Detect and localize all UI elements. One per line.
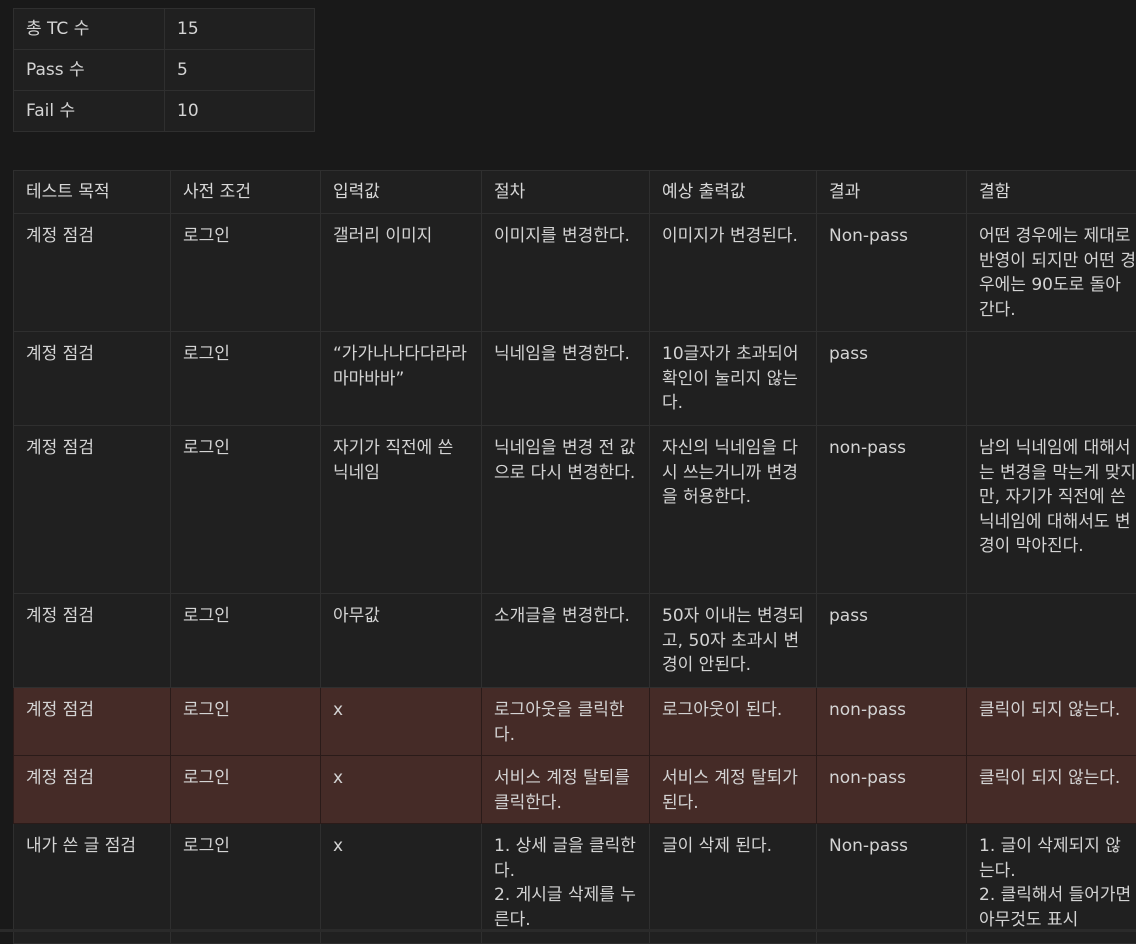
table-row: 내가 쓴 글 점검로그인x1. 상세 글을 클릭한다.2. 게시글 삭제를 누른… [14,824,1136,944]
column-header-precondition: 사전 조건 [171,171,321,214]
cell-purpose: 계정 점검 [14,214,171,332]
cell-expected: 로그아웃이 된다. [650,688,817,756]
table-row: 계정 점검로그인자기가 직전에 쓴 닉네임닉네임을 변경 전 값으로 다시 변경… [14,426,1136,594]
table-row: 계정 점검로그인x로그아웃을 클릭한다.로그아웃이 된다.non-pass클릭이… [14,688,1136,756]
summary-table: 총 TC 수 15 Pass 수 5 Fail 수 10 [13,8,315,132]
column-header-result: 결과 [817,171,967,214]
cell-procedure: 소개글을 변경한다. [482,594,650,688]
cell-input: x [321,756,482,824]
cell-defect [967,594,1136,688]
cell-expected: 이미지가 변경된다. [650,214,817,332]
cell-purpose: 계정 점검 [14,688,171,756]
cell-result: non-pass [817,426,967,594]
cell-precondition: 로그인 [171,214,321,332]
cell-precondition: 로그인 [171,332,321,426]
cell-precondition: 로그인 [171,688,321,756]
summary-label: Pass 수 [14,50,165,91]
cell-precondition: 로그인 [171,426,321,594]
cell-procedure: 이미지를 변경한다. [482,214,650,332]
cell-result: pass [817,594,967,688]
cell-purpose: 내가 쓴 글 점검 [14,824,171,944]
cell-result: pass [817,332,967,426]
cell-procedure: 1. 상세 글을 클릭한다.2. 게시글 삭제를 누른다. [482,824,650,944]
cell-expected: 서비스 계정 탈퇴가 된다. [650,756,817,824]
cell-purpose: 계정 점검 [14,594,171,688]
table-header-row: 테스트 목적 사전 조건 입력값 절차 예상 출력값 결과 결함 [14,171,1136,214]
cell-precondition: 로그인 [171,824,321,944]
cell-input: x [321,688,482,756]
summary-label: Fail 수 [14,91,165,132]
column-header-defect: 결함 [967,171,1136,214]
cell-input: x [321,824,482,944]
summary-label: 총 TC 수 [14,9,165,50]
cell-procedure: 로그아웃을 클릭한다. [482,688,650,756]
cell-result: non-pass [817,756,967,824]
summary-value: 15 [165,9,315,50]
cell-purpose: 계정 점검 [14,332,171,426]
test-case-table: 테스트 목적 사전 조건 입력값 절차 예상 출력값 결과 결함 계정 점검로그… [13,170,1136,944]
cell-procedure: 닉네임을 변경 전 값으로 다시 변경한다. [482,426,650,594]
cell-expected: 10글자가 초과되어 확인이 눌리지 않는다. [650,332,817,426]
cell-expected: 글이 삭제 된다. [650,824,817,944]
cell-precondition: 로그인 [171,756,321,824]
cell-input: “가가나나다다라라마마바바” [321,332,482,426]
summary-value: 10 [165,91,315,132]
cell-result: non-pass [817,688,967,756]
table-row: Fail 수 10 [14,91,315,132]
cell-defect: 어떤 경우에는 제대로 반영이 되지만 어떤 경우에는 90도로 돌아간다. [967,214,1136,332]
cell-input: 갤러리 이미지 [321,214,482,332]
column-header-expected: 예상 출력값 [650,171,817,214]
cell-precondition: 로그인 [171,594,321,688]
cell-defect: 1. 글이 삭제되지 않는다.2. 클릭해서 들어가면 아무것도 표시 [967,824,1136,944]
column-header-procedure: 절차 [482,171,650,214]
cell-result: Non-pass [817,214,967,332]
cell-procedure: 닉네임을 변경한다. [482,332,650,426]
cell-purpose: 계정 점검 [14,756,171,824]
summary-value: 5 [165,50,315,91]
cell-input: 자기가 직전에 쓴 닉네임 [321,426,482,594]
table-row: 계정 점검로그인“가가나나다다라라마마바바”닉네임을 변경한다.10글자가 초과… [14,332,1136,426]
cell-purpose: 계정 점검 [14,426,171,594]
table-row: Pass 수 5 [14,50,315,91]
table-row: 계정 점검로그인아무값소개글을 변경한다.50자 이내는 변경되고, 50자 초… [14,594,1136,688]
column-header-input: 입력값 [321,171,482,214]
cell-procedure: 서비스 계정 탈퇴를 클릭한다. [482,756,650,824]
cell-input: 아무값 [321,594,482,688]
cell-result: Non-pass [817,824,967,944]
cell-defect [967,332,1136,426]
table-row: 계정 점검로그인x서비스 계정 탈퇴를 클릭한다.서비스 계정 탈퇴가 된다.n… [14,756,1136,824]
cell-defect: 클릭이 되지 않는다. [967,688,1136,756]
cell-defect: 남의 닉네임에 대해서는 변경을 막는게 맞지만, 자기가 직전에 쓴 닉네임에… [967,426,1136,594]
cell-expected: 자신의 닉네임을 다시 쓰는거니까 변경을 허용한다. [650,426,817,594]
column-header-purpose: 테스트 목적 [14,171,171,214]
cell-defect: 클릭이 되지 않는다. [967,756,1136,824]
cell-expected: 50자 이내는 변경되고, 50자 초과시 변경이 안된다. [650,594,817,688]
table-row: 총 TC 수 15 [14,9,315,50]
table-row: 계정 점검로그인갤러리 이미지이미지를 변경한다.이미지가 변경된다.Non-p… [14,214,1136,332]
